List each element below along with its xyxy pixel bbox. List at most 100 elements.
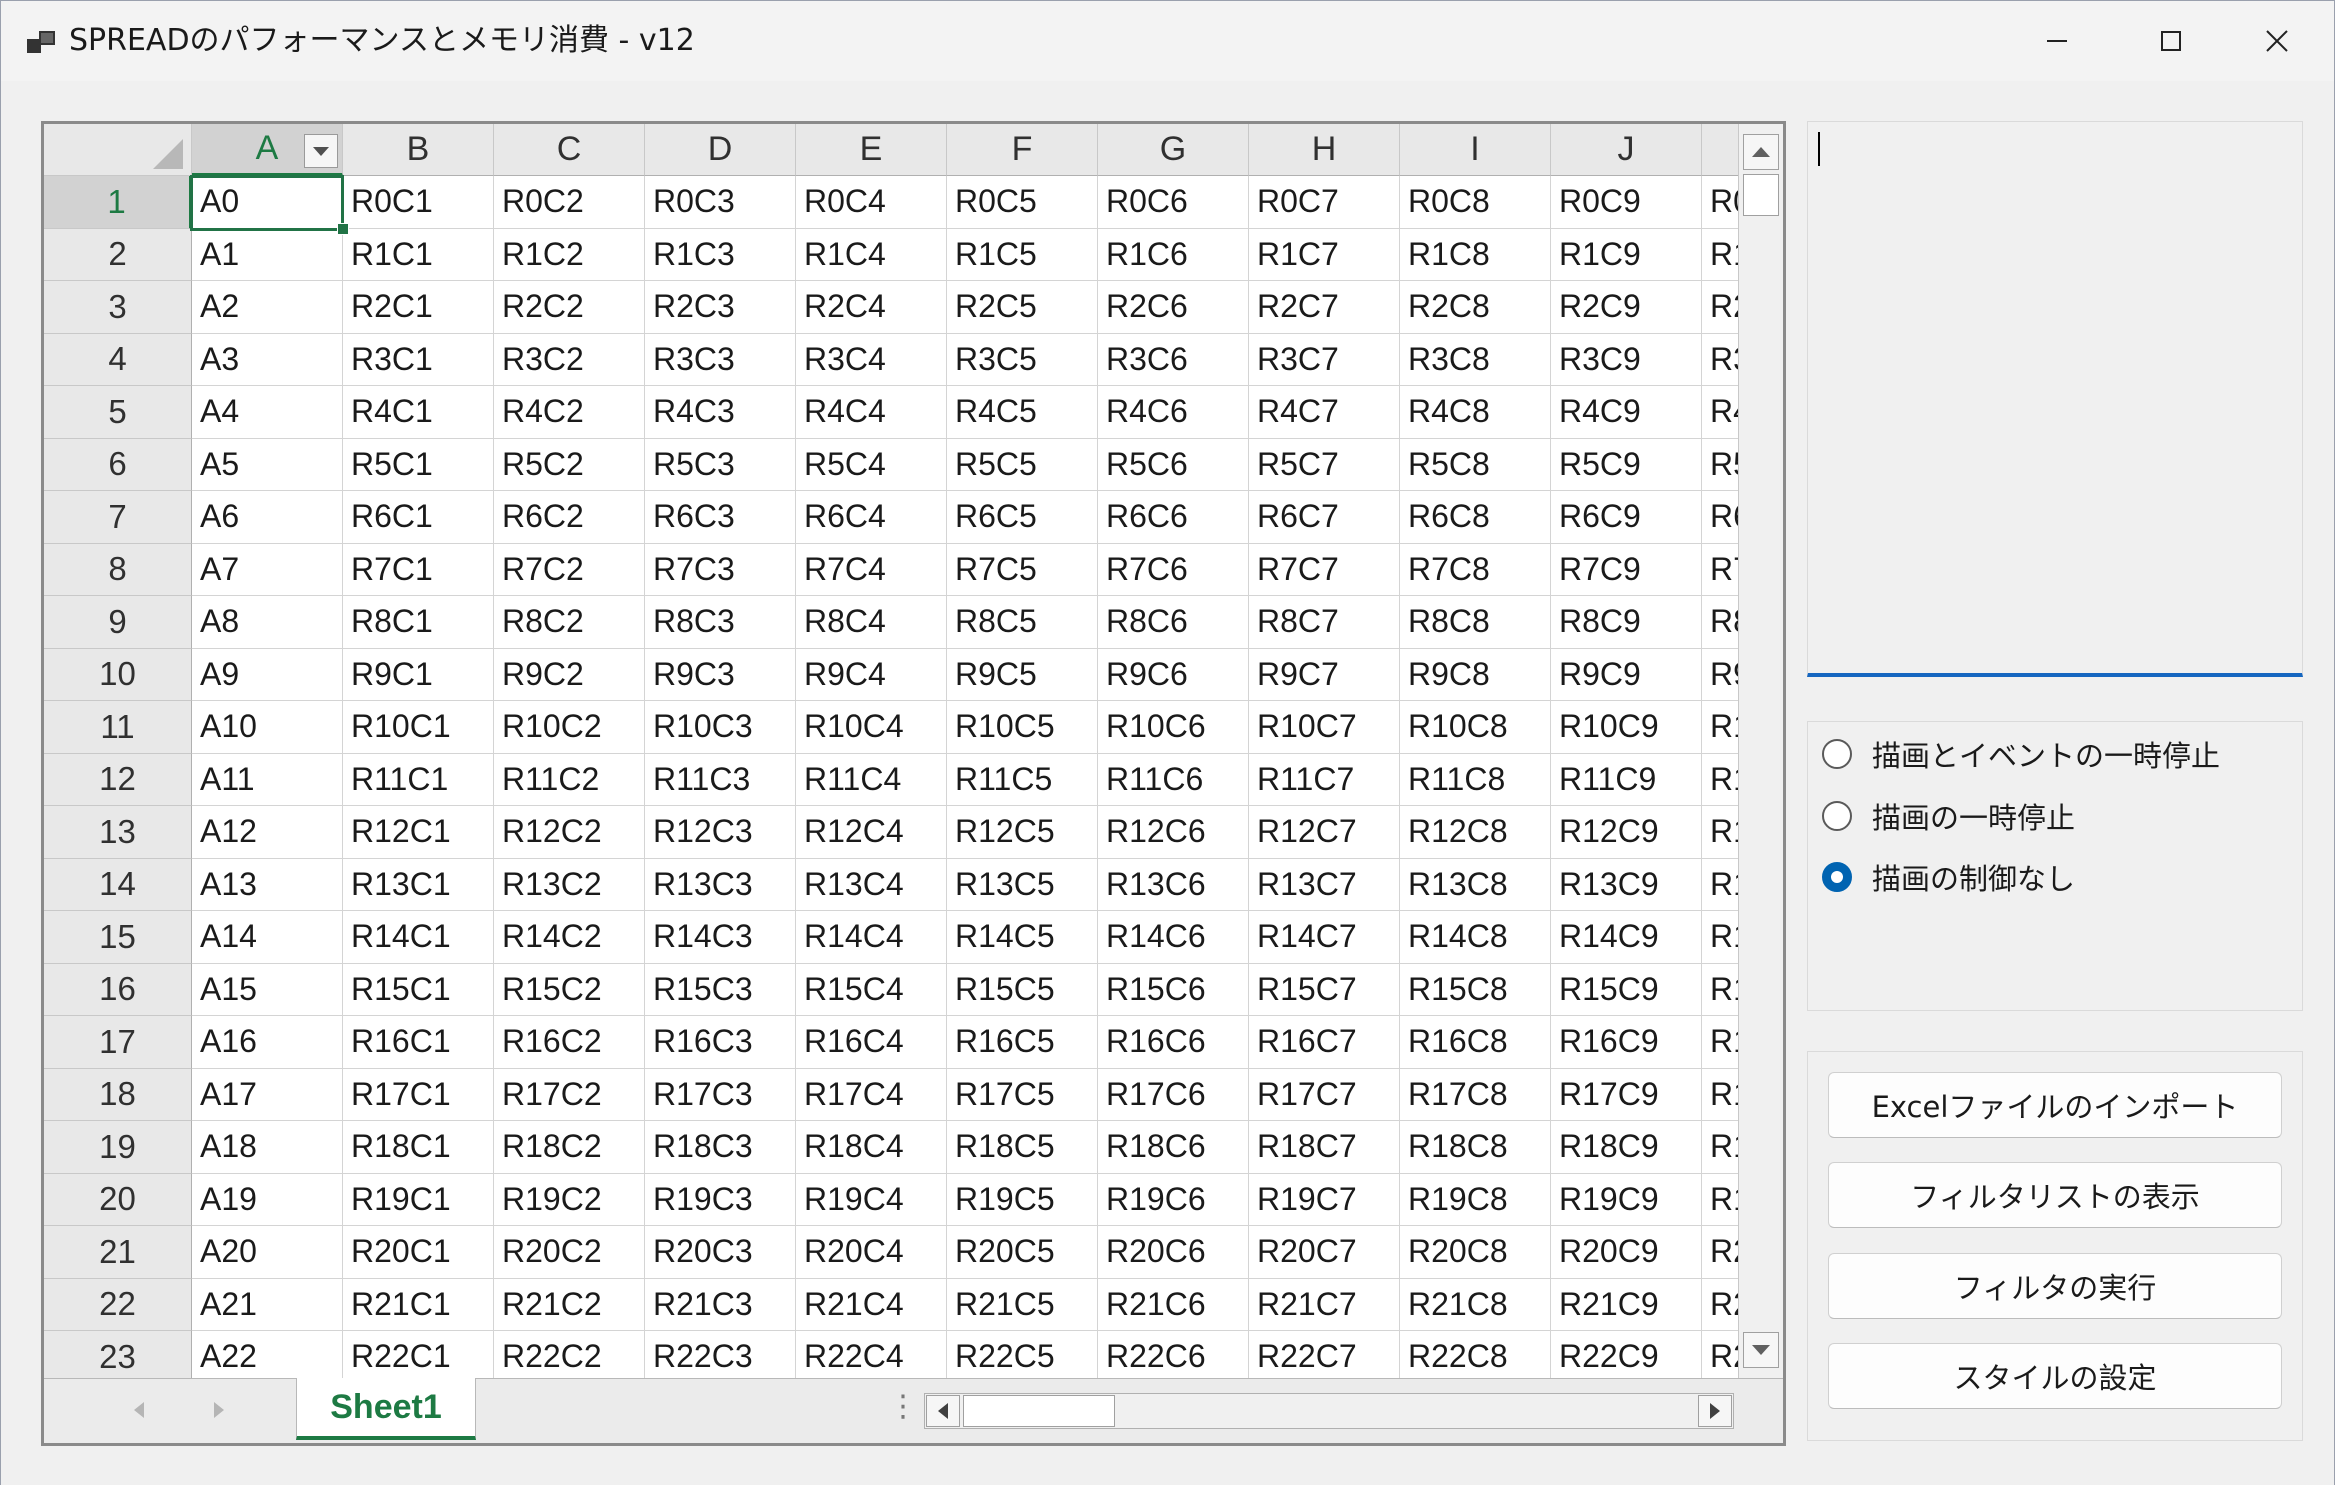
grid-cell[interactable]: R17C7 [1249,1068,1400,1121]
radio-suspend-layout-and-events[interactable]: 描画とイベントの一時停止 [1822,734,2220,774]
grid-cell[interactable]: R11C9 [1551,753,1702,806]
grid-cell[interactable]: A20 [192,1226,343,1279]
grid-cell[interactable]: R12C10 [1702,806,1738,859]
grid-cell[interactable]: R0C8 [1400,176,1551,229]
grid-cell[interactable]: R17C5 [947,1068,1098,1121]
grid-cell[interactable]: R11C7 [1249,753,1400,806]
vertical-scroll-thumb[interactable] [1743,174,1779,216]
scroll-up-button[interactable] [1743,134,1779,170]
grid-cell[interactable]: A7 [192,543,343,596]
grid-cell[interactable]: R14C4 [796,911,947,964]
grid-cell[interactable]: R7C5 [947,543,1098,596]
grid-cell[interactable]: R7C3 [645,543,796,596]
sheet-tab[interactable]: Sheet1 [296,1378,476,1440]
grid-cell[interactable]: R9C9 [1551,648,1702,701]
grid-cell[interactable]: R6C2 [494,491,645,544]
row-header[interactable]: 20 [44,1173,192,1226]
column-header[interactable]: D [645,124,796,176]
grid-cell[interactable]: R20C2 [494,1226,645,1279]
grid-cell[interactable]: R20C4 [796,1226,947,1279]
row-header[interactable]: 8 [44,543,192,596]
grid-cell[interactable]: A15 [192,963,343,1016]
horizontal-scroll-thumb[interactable] [963,1395,1115,1427]
grid-cell[interactable]: R4C1 [343,386,494,439]
grid-cell[interactable]: R4C5 [947,386,1098,439]
grid-cell[interactable]: A10 [192,701,343,754]
grid-cell[interactable]: R18C6 [1098,1121,1249,1174]
grid-cell[interactable]: R5C4 [796,438,947,491]
grid-cell[interactable]: R18C3 [645,1121,796,1174]
grid-cell[interactable]: R5C10 [1702,438,1738,491]
grid-cell[interactable]: R0C1 [343,176,494,229]
grid-cell[interactable]: R20C7 [1249,1226,1400,1279]
run-filter-button[interactable]: フィルタの実行 [1828,1253,2282,1319]
grid-cell[interactable]: R0C3 [645,176,796,229]
grid-cell[interactable]: A21 [192,1278,343,1331]
scroll-left-button[interactable] [926,1395,960,1427]
grid-cell[interactable]: R2C9 [1551,281,1702,334]
grid-cell[interactable]: R6C8 [1400,491,1551,544]
show-filter-list-button[interactable]: フィルタリストの表示 [1828,1162,2282,1228]
grid-cell[interactable]: R15C8 [1400,963,1551,1016]
grid-cell[interactable]: R8C5 [947,596,1098,649]
grid-cell[interactable]: R8C8 [1400,596,1551,649]
grid-cell[interactable]: R10C5 [947,701,1098,754]
grid-cell[interactable]: R3C6 [1098,333,1249,386]
row-header[interactable]: 17 [44,1016,192,1069]
grid-cell[interactable]: R8C6 [1098,596,1249,649]
grid-cell[interactable]: R2C1 [343,281,494,334]
grid-cell[interactable]: R10C9 [1551,701,1702,754]
grid-cell[interactable]: R18C1 [343,1121,494,1174]
grid-cell[interactable]: R21C5 [947,1278,1098,1331]
maximize-button[interactable] [2114,1,2228,81]
grid-cell[interactable]: R5C9 [1551,438,1702,491]
grid-cell[interactable]: R2C10 [1702,281,1738,334]
grid-cell[interactable]: R4C4 [796,386,947,439]
grid-cell[interactable]: R13C8 [1400,858,1551,911]
grid-cell[interactable]: R15C2 [494,963,645,1016]
grid-cell[interactable]: R16C4 [796,1016,947,1069]
grid-cell[interactable]: R15C9 [1551,963,1702,1016]
grid-cell[interactable]: R19C1 [343,1173,494,1226]
row-header[interactable]: 6 [44,438,192,491]
grid-cell[interactable]: R4C9 [1551,386,1702,439]
grid-cell[interactable]: R6C5 [947,491,1098,544]
grid-cell[interactable]: R6C3 [645,491,796,544]
grid-cell[interactable]: R16C10 [1702,1016,1738,1069]
minimize-button[interactable] [2000,1,2114,81]
grid-cell[interactable]: R4C2 [494,386,645,439]
grid-cell[interactable]: A19 [192,1173,343,1226]
grid-cell[interactable]: R5C8 [1400,438,1551,491]
column-header[interactable]: E [796,124,947,176]
grid-cell[interactable]: R12C6 [1098,806,1249,859]
grid-cell[interactable]: R18C8 [1400,1121,1551,1174]
row-header[interactable]: 22 [44,1278,192,1331]
grid-cell[interactable]: A13 [192,858,343,911]
grid-cell[interactable]: A12 [192,806,343,859]
grid-cell[interactable]: R7C6 [1098,543,1249,596]
grid-cell[interactable]: R22C6 [1098,1331,1249,1378]
grid-cell[interactable]: R22C1 [343,1331,494,1378]
grid-cell[interactable]: R1C9 [1551,228,1702,281]
grid-cell[interactable]: R6C9 [1551,491,1702,544]
grid-cell[interactable]: R19C9 [1551,1173,1702,1226]
grid-cell[interactable]: R2C6 [1098,281,1249,334]
column-header[interactable]: A [192,124,343,176]
grid-cell[interactable]: R4C6 [1098,386,1249,439]
grid-cell[interactable]: R0C7 [1249,176,1400,229]
grid-cell[interactable]: R17C6 [1098,1068,1249,1121]
grid-cell[interactable]: R8C7 [1249,596,1400,649]
grid-cell[interactable]: R11C3 [645,753,796,806]
grid-cell[interactable]: R9C8 [1400,648,1551,701]
grid-cell[interactable]: R7C1 [343,543,494,596]
grid-cell[interactable]: R8C10 [1702,596,1738,649]
grid-cell[interactable]: R13C7 [1249,858,1400,911]
grid-cell[interactable]: R15C1 [343,963,494,1016]
spreadsheet[interactable]: ABCDEFGHIJK1A0R0C1R0C2R0C3R0C4R0C5R0C6R0… [41,121,1786,1446]
grid-cell[interactable]: R2C3 [645,281,796,334]
previous-sheet-button[interactable] [124,1395,154,1425]
row-header[interactable]: 21 [44,1226,192,1279]
grid-cell[interactable]: R0C4 [796,176,947,229]
grid-cell[interactable]: R9C7 [1249,648,1400,701]
select-all-corner[interactable] [44,124,192,176]
